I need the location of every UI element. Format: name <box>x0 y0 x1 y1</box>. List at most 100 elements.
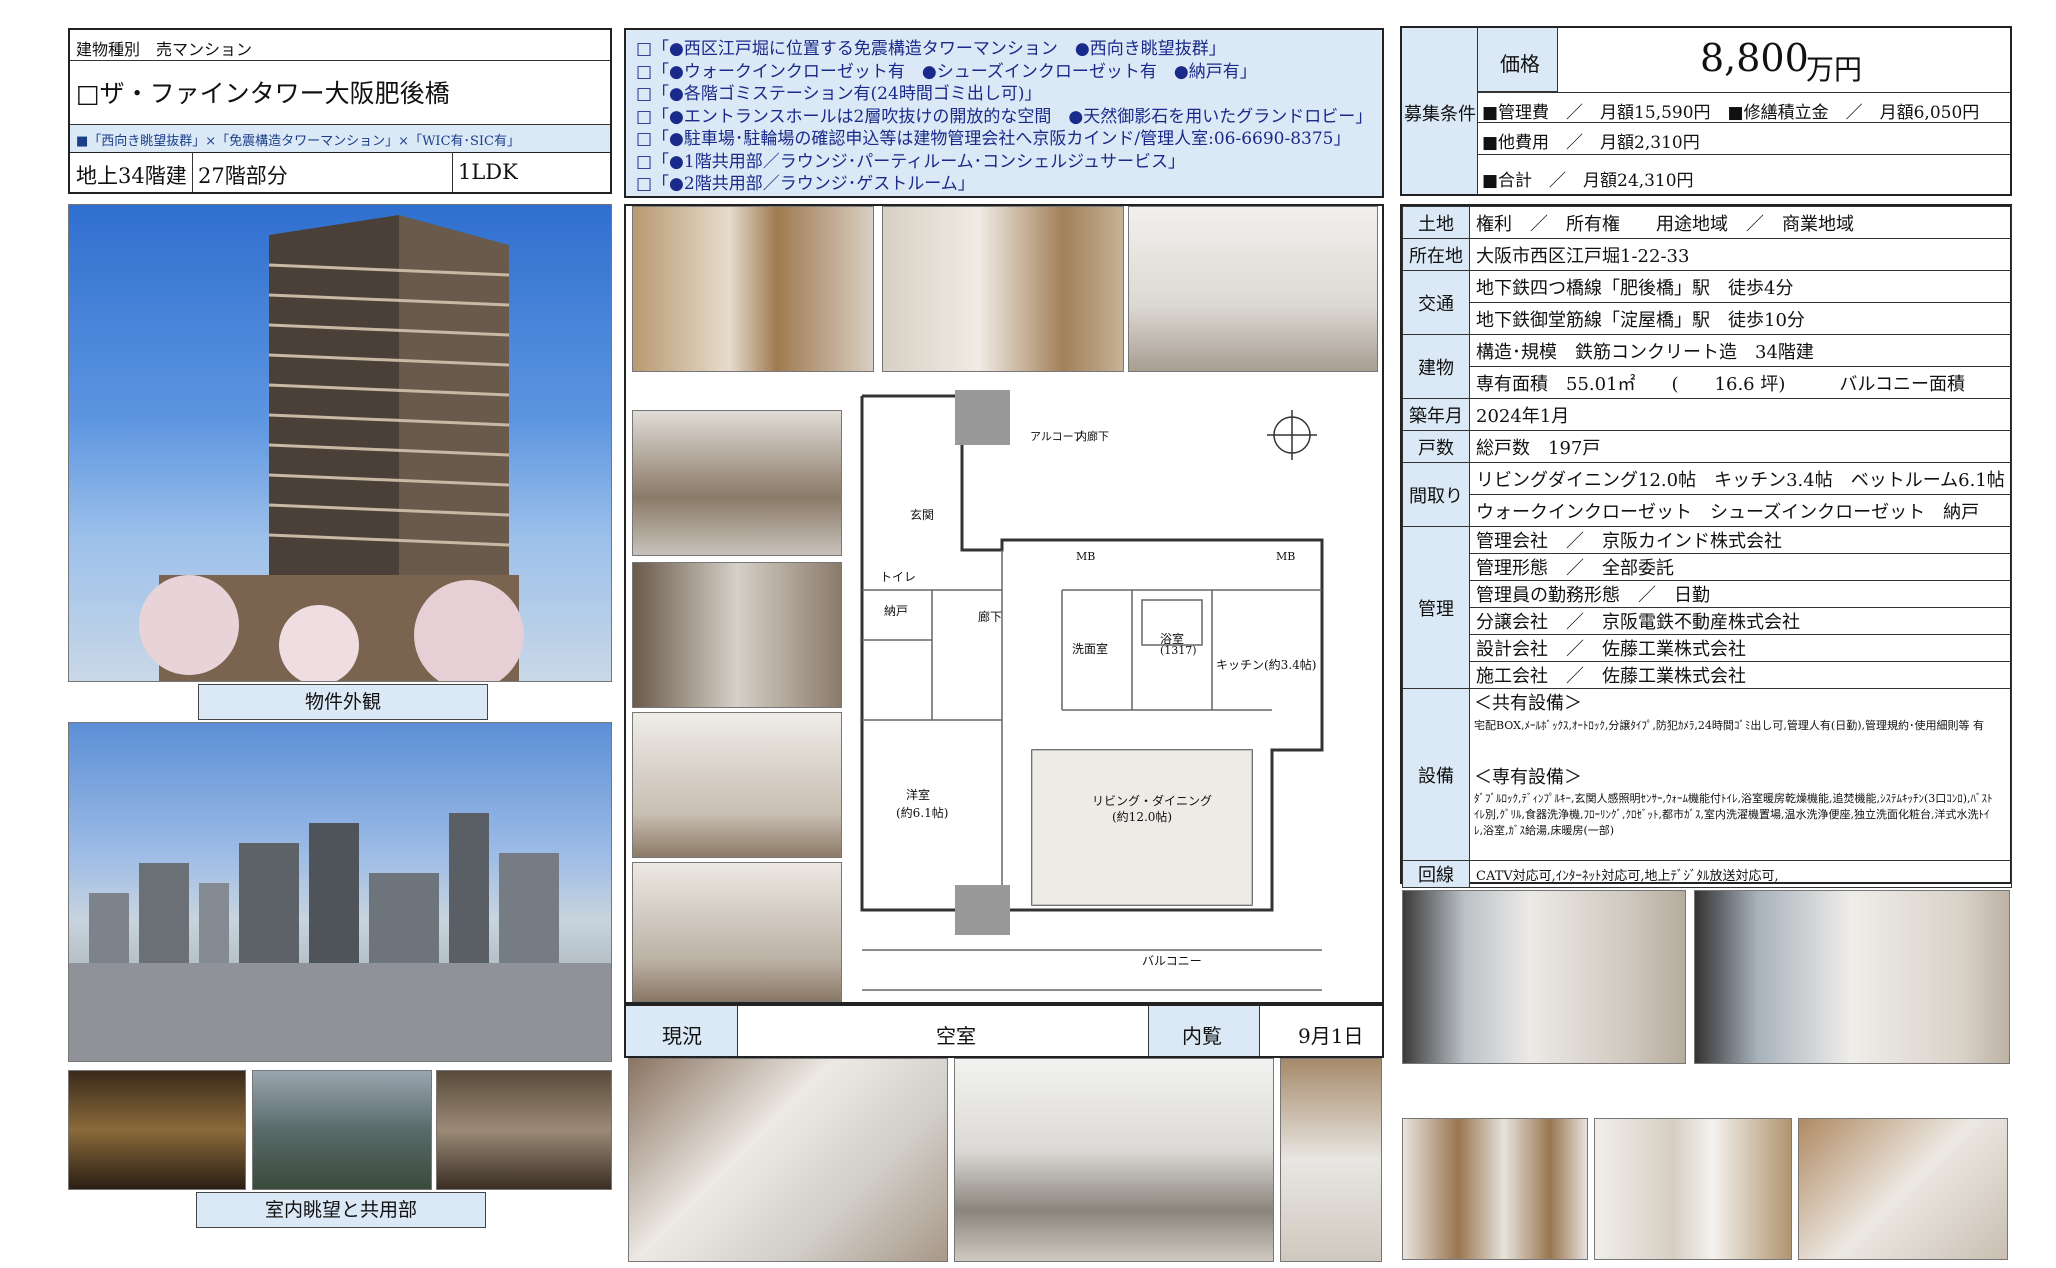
room-kitchen: キッチン(約3.4帖) <box>1216 658 1317 672</box>
laundry-photo <box>1280 1058 1382 1262</box>
washroom-photo <box>632 562 842 708</box>
built-label: 築年月 <box>1402 398 1470 431</box>
price-unit: 万円 <box>1806 53 1863 86</box>
fees-line: ■管理費 ／ 月額15,590円 ■修繕積立金 ／ 月額6,050円 <box>1482 103 1980 123</box>
room-bedroom-size: (約6.1帖) <box>896 806 949 820</box>
feature-item: □「●エントランスホールは2層吹抜けの開放的な空間 ●天然御影石を用いたグランド… <box>636 106 1373 127</box>
hall-photo <box>632 712 842 858</box>
exterior-photo <box>68 204 612 682</box>
room-bath-size: (1317) <box>1160 644 1197 657</box>
mgmt-row: 設計会社 ／ 佐藤工業株式会社 <box>1469 634 2012 662</box>
status-value: 空室 <box>936 1024 976 1048</box>
layout-2: ウォークインクローゼット シューズインクローゼット 納戸 <box>1469 494 2012 527</box>
other-divider <box>1478 154 2010 155</box>
land-label: 土地 <box>1402 206 1470 239</box>
feature-item: □「●2階共用部／ラウンジ･ゲストルーム」 <box>636 174 975 194</box>
building-1: 構造･規模 鉄筋コンクリート造 34階建 <box>1469 334 2012 367</box>
address-label: 所在地 <box>1402 238 1470 271</box>
entrance-photo <box>632 206 874 372</box>
room-toilet: トイレ <box>880 570 917 584</box>
private-equip-head: ＜専有設備＞ <box>1474 767 1582 788</box>
building-label: 建物 <box>1402 334 1470 399</box>
room-mb-2: MB <box>1276 550 1296 563</box>
built-value: 2024年1月 <box>1469 398 2012 431</box>
mgmt-row: 分譲会社 ／ 京阪電鉄不動産株式会社 <box>1469 607 2012 635</box>
door-photo <box>1402 1118 1588 1260</box>
bedroom-photo <box>632 862 842 1002</box>
line-label: 回線 <box>1402 860 1470 888</box>
bathroom-photo <box>628 1058 948 1262</box>
price-section-label: 募集条件 <box>1404 104 1476 125</box>
room-hall: 廊下 <box>978 610 1003 624</box>
other-fees: ■他費用 ／ 月額2,310円 <box>1482 133 1700 153</box>
room-washroom: 洗面室 <box>1072 642 1109 656</box>
feature-item: □「●西区江戸堀に位置する免震構造タワーマンション ●西向き眺望抜群」 <box>636 39 1226 59</box>
features-panel: □「●西区江戸堀に位置する免震構造タワーマンション ●西向き眺望抜群」 □「●ウ… <box>624 28 1384 198</box>
mgmt-row: 管理形態 ／ 全部委託 <box>1469 553 2012 581</box>
common-equip-head: ＜共有設備＞ <box>1474 693 1582 714</box>
feature-item: □「●駐車場･駐輪場の確認申込等は建物管理会社へ京阪カインド/管理人室:06-6… <box>636 129 1351 149</box>
tower-illustration <box>139 215 524 681</box>
details-panel: 土地 権利 ／ 所有権 用途地域 ／ 商業地域 所在地 大阪市西区江戸堀1-22-3… <box>1400 204 2012 888</box>
spec-sep-1 <box>192 152 193 192</box>
layout-1: リビングダイニング12.0帖 キッチン3.4帖 ベットルーム6.1帖 <box>1469 462 2012 495</box>
spec-sep-2 <box>452 152 453 192</box>
property-tags: ■「西向き眺望抜群」×「免震構造タワーマンション」×「WIC有･SIC有」 <box>76 134 520 149</box>
price-value: 8,800 <box>1700 36 1809 80</box>
ps-shaft <box>955 390 1010 445</box>
room-storage: 納戸 <box>884 604 909 618</box>
mgmt-row: 施工会社 ／ 佐藤工業株式会社 <box>1469 661 2012 689</box>
view-caption: 室内眺望と共用部 <box>196 1192 486 1228</box>
private-equip-text: ﾀﾞﾌﾞﾙﾛｯｸ,ﾃﾞｨﾝﾌﾟﾙｷｰ,玄関人感照明ｾﾝｻｰ,ｳｫｰﾑ機能付ﾄｲﾚ… <box>1474 792 1993 837</box>
total-fees: ■合計 ／ 月額24,310円 <box>1482 171 1694 191</box>
viewing-value: 9月1日 <box>1298 1024 1364 1048</box>
compass-icon <box>1267 410 1317 460</box>
room-photo <box>1128 206 1378 372</box>
lobby-photo-1 <box>68 1070 246 1190</box>
kitchen-photo <box>954 1058 1274 1262</box>
floors-total: 地上34階建 <box>76 164 187 188</box>
living-photo-2 <box>1694 890 2010 1064</box>
units-value: 総戸数 197戸 <box>1469 430 2012 463</box>
lobby-photo-3 <box>436 1070 612 1190</box>
shoe-closet-photo <box>1594 1118 1792 1260</box>
mgmt-label: 管理 <box>1402 526 1470 689</box>
feature-item: □「●ウォークインクローゼット有 ●シューズインクローゼット有 ●納戸有」 <box>636 61 1257 82</box>
feature-item: □「●各階ゴミステーション有(24時間ゴミ出し可)」 <box>636 84 1042 104</box>
address-value: 大阪市西区江戸堀1-22-33 <box>1469 238 2012 271</box>
layout-label: 間取り <box>1402 462 1470 527</box>
common-equip-text: 宅配BOX,ﾒｰﾙﾎﾞｯｸｽ,ｵｰﾄﾛｯｸ,分譲ﾀｲﾌﾟ,防犯ｶﾒﾗ,24時間ｺ… <box>1474 719 1984 732</box>
price-panel: 募集条件 価格 8,800 万円 ■管理費 ／ 月額15,590円 ■修繕積立金… <box>1400 26 2012 196</box>
land-value: 権利 ／ 所有権 用途地域 ／ 商業地域 <box>1469 206 2012 239</box>
living-photo-1 <box>1402 890 1686 1064</box>
transport-label: 交通 <box>1402 270 1470 335</box>
room-entrance: 玄関 <box>910 508 935 522</box>
corridor-photo <box>1798 1118 2008 1260</box>
status-label: 現況 <box>662 1024 702 1048</box>
line-value: CATV対応可,ｲﾝﾀｰﾈｯﾄ対応可,地上ﾃﾞｼﾞﾀﾙ放送対応可, <box>1469 860 2012 888</box>
status-row: 現況 空室 内覧 9月1日 <box>624 1004 1384 1058</box>
room-living-size: (約12.0帖) <box>1112 810 1173 824</box>
room-bedroom: 洋室 <box>906 788 931 802</box>
room-mb-1: MB <box>1076 550 1096 563</box>
room-balcony: バルコニー <box>1142 954 1202 968</box>
mgmt-row: 管理会社 ／ 京阪カインド株式会社 <box>1469 526 2012 554</box>
fees-divider <box>1478 122 2010 123</box>
equip-label: 設備 <box>1402 688 1470 861</box>
closet-photo <box>882 206 1124 372</box>
view-photo <box>68 722 612 1062</box>
city-skyline <box>69 813 611 1061</box>
toilet-photo <box>632 410 842 556</box>
transport-2: 地下鉄御堂筋線「淀屋橋」駅 徒歩10分 <box>1469 302 2012 335</box>
floor-plan <box>860 390 1324 991</box>
price-label: 価格 <box>1500 52 1540 76</box>
header-panel: 建物種別 売マンション □ザ・ファインタワー大阪肥後橋 ■「西向き眺望抜群」×「… <box>68 28 612 194</box>
room-corridor: 内廊下 <box>1076 430 1109 443</box>
floor-part: 27階部分 <box>198 164 288 188</box>
building-type: 建物種別 売マンション <box>76 40 253 59</box>
spec-divider <box>70 152 610 153</box>
layout-type: 1LDK <box>458 160 518 184</box>
viewing-label: 内覧 <box>1182 1024 1222 1048</box>
building-2: 専有面積 55.01㎡ ( 16.6 坪) バルコニー面積 <box>1469 366 2012 399</box>
transport-1: 地下鉄四つ橋線「肥後橋」駅 徒歩4分 <box>1469 270 2012 303</box>
